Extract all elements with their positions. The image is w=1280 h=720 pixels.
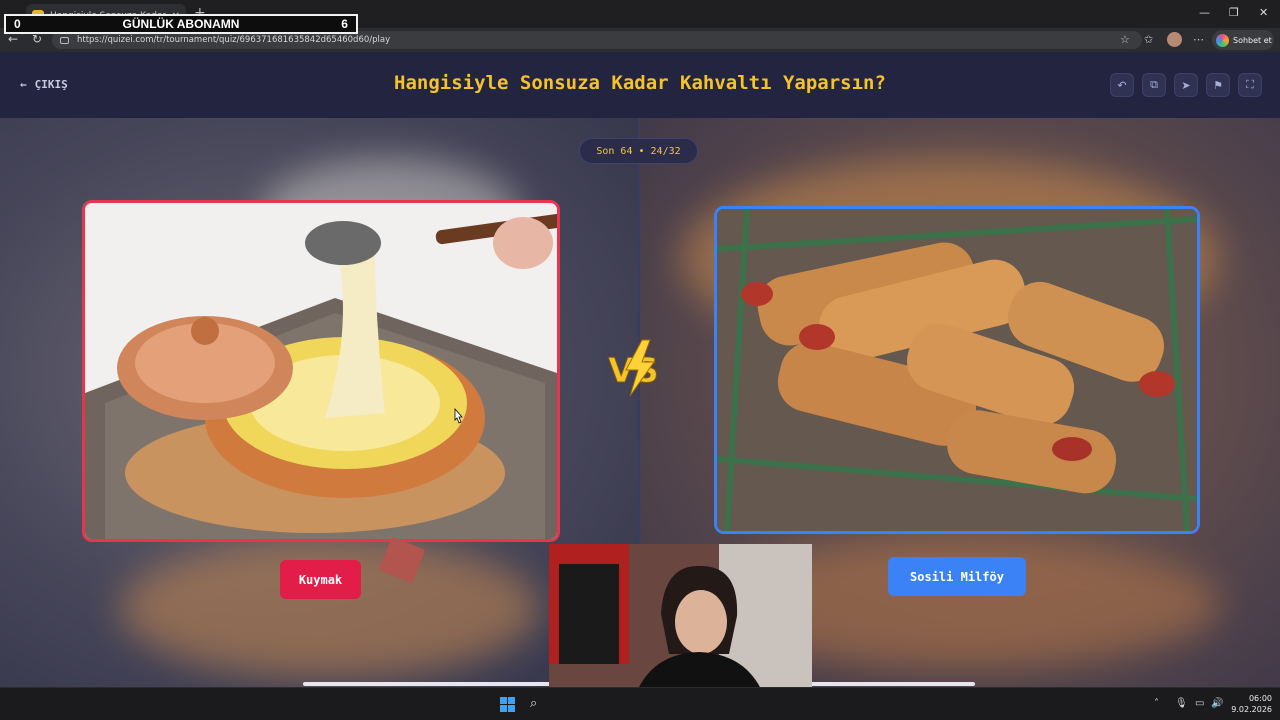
round-indicator: Son 64 • 24/32 bbox=[579, 138, 698, 164]
microphone-icon[interactable]: 🎙 bbox=[1175, 698, 1188, 709]
copilot-label: Sohbet et bbox=[1233, 35, 1272, 45]
counter-label: GÜNLÜK ABONAMN bbox=[122, 17, 240, 31]
choice-button-left[interactable]: Kuymak bbox=[280, 560, 361, 599]
choice-button-right[interactable]: Sosili Milföy bbox=[888, 557, 1026, 596]
quiz-title: Hangisiyle Sonsuza Kadar Kahvaltı Yapars… bbox=[394, 72, 886, 94]
taskbar-clock[interactable]: 06:00 9.02.2026 bbox=[1226, 693, 1272, 715]
flag-icon[interactable]: ⚑ bbox=[1206, 73, 1230, 97]
undo-icon[interactable]: ↶ bbox=[1110, 73, 1134, 97]
reload-icon[interactable]: ↻ bbox=[29, 32, 45, 46]
share-icon[interactable]: ⧉ bbox=[1142, 73, 1166, 97]
restore-icon[interactable]: ❐ bbox=[1229, 6, 1239, 19]
os-taskbar: ⌕ ˄ 🎙 ▭ 🔊 06:00 9.02.2026 bbox=[0, 687, 1280, 720]
send-icon[interactable]: ➤ bbox=[1174, 73, 1198, 97]
site-info-icon[interactable] bbox=[60, 36, 69, 44]
start-icon[interactable] bbox=[500, 697, 515, 712]
header-actions: ↶ ⧉ ➤ ⚑ ⛶ bbox=[1110, 73, 1262, 97]
counter-left-value: 0 bbox=[14, 17, 21, 31]
fullscreen-icon[interactable]: ⛶ bbox=[1238, 73, 1262, 97]
counter-right-value: 6 bbox=[341, 17, 348, 31]
mouse-cursor-icon bbox=[454, 408, 463, 424]
subscriber-counter-overlay: 0 GÜNLÜK ABONAMN 6 bbox=[4, 14, 358, 34]
sosili-milfoy-illustration bbox=[717, 209, 1197, 531]
vs-lightning-icon: VS bbox=[608, 339, 659, 397]
more-menu-icon[interactable]: ⋯ bbox=[1193, 33, 1204, 46]
url-text: https://quizei.com/tr/tournament/quiz/69… bbox=[77, 35, 391, 45]
backdrop-blur bbox=[120, 538, 540, 678]
search-icon[interactable]: ⌕ bbox=[530, 696, 537, 711]
display-icon[interactable]: ▭ bbox=[1195, 698, 1204, 709]
clock-time: 06:00 bbox=[1248, 694, 1272, 703]
copilot-button[interactable]: Sohbet et bbox=[1212, 30, 1274, 50]
choice-image-right[interactable] bbox=[714, 206, 1200, 534]
clock-date: 9.02.2026 bbox=[1231, 705, 1272, 714]
volume-icon[interactable]: 🔊 bbox=[1211, 698, 1223, 709]
back-icon[interactable]: ← bbox=[5, 32, 21, 46]
close-window-icon[interactable]: ✕ bbox=[1259, 6, 1268, 19]
profile-avatar[interactable] bbox=[1167, 32, 1182, 47]
favorite-star-icon[interactable]: ☆ bbox=[1120, 33, 1130, 46]
collections-icon[interactable]: ✩ bbox=[1144, 33, 1153, 46]
choice-image-left[interactable] bbox=[82, 200, 560, 542]
copilot-icon bbox=[1216, 33, 1229, 47]
minimize-icon[interactable]: — bbox=[1199, 6, 1210, 19]
quiz-header: ← ÇIKIŞ Hangisiyle Sonsuza Kadar Kahvalt… bbox=[0, 52, 1280, 118]
tray-overflow-icon[interactable]: ˄ bbox=[1154, 698, 1159, 709]
kuymak-illustration bbox=[85, 203, 557, 539]
